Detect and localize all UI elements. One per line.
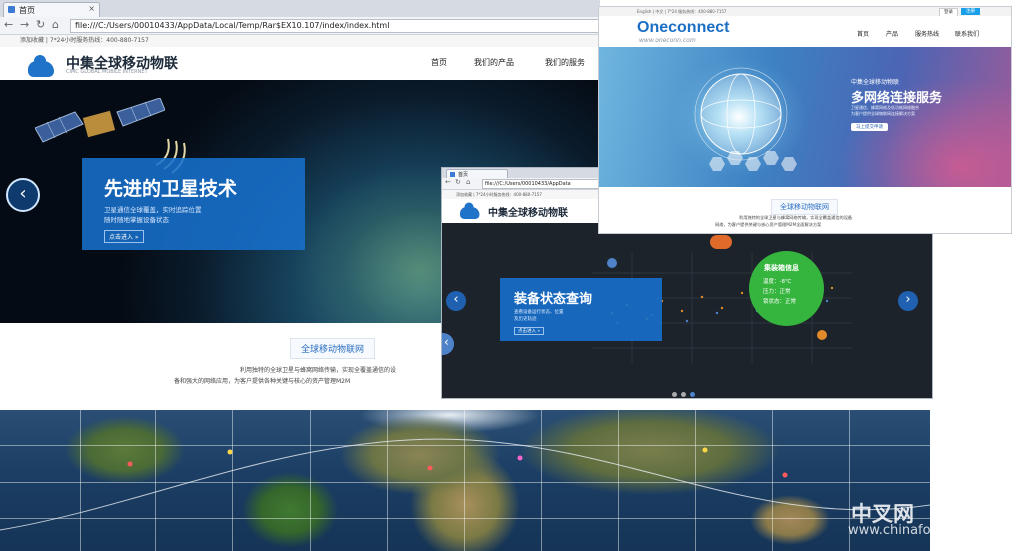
nav-services[interactable]: 我们的服务 (545, 57, 585, 68)
satellite-icon (35, 98, 165, 143)
apply-button[interactable]: 马上提交申请 (851, 123, 888, 131)
globe-icon (694, 67, 788, 161)
hero-title: 装备状态查询 (514, 292, 593, 307)
carousel-prev-button[interactable]: ‹ (6, 178, 40, 212)
forward-icon[interactable]: → (20, 18, 29, 31)
hero-banner: 中集全球移动物联 多网络连接服务 卫星通信、蜂窝网络及低功耗网络融合 为客户提供… (599, 47, 1011, 192)
container-info-bubble: 集装箱信息 温度：-8℃ 压力：正常 锁状态：正常 (749, 251, 824, 326)
reload-icon[interactable]: ↻ (36, 18, 45, 31)
hero-subtitle: 中集全球移动物联 (851, 79, 900, 86)
home-icon[interactable]: ⌂ (466, 178, 470, 186)
bubble-title: 集装箱信息 (764, 264, 799, 272)
bubble-line-2: 压力：正常 (763, 289, 791, 295)
carousel-dots[interactable] (670, 382, 697, 398)
section-title: 全球移动物联网 (290, 338, 376, 359)
hero-desc-1: 查看设备运行状态、位置 (514, 310, 564, 315)
site-header: Oneconnect www.oneconn.com 首页 产品 服务热线 联系… (599, 16, 1011, 47)
nav-hotline[interactable]: 服务热线 (915, 29, 939, 38)
brand-subtitle: CIMC GLOBAL MOBILE INTERNET (66, 69, 148, 75)
brand-logo: Oneconnect (637, 19, 730, 36)
hero-more-button[interactable]: 点击进入 » (514, 327, 545, 335)
hero-title: 多网络连接服务 (851, 91, 943, 106)
carousel-next-button[interactable]: › (898, 291, 918, 311)
site-top-bar: English | 中文 | 7*24 服务热线：400-880-7157 登录… (599, 7, 1011, 17)
browser-nav-bar: ← → ↻ ⌂ file:///C:/Users/00010433/AppDat… (0, 17, 600, 35)
top-bar-info: English | 中文 | 7*24 服务热线：400-880-7157 (637, 9, 727, 14)
address-bar[interactable]: file:///C:/Users/00010433/AppData/Local/… (70, 19, 600, 33)
home-icon[interactable]: ⌂ (52, 18, 59, 31)
cloud-logo-icon (460, 202, 480, 219)
bubble-line-1: 温度：-8℃ (763, 279, 792, 285)
nav-contact[interactable]: 联系我们 (955, 29, 979, 38)
browser-window-oneconnect: English | 中文 | 7*24 服务热线：400-880-7157 登录… (598, 6, 1012, 234)
section-para-2: 备和强大的网络应用，为客户提供各种关键与核心的资产管理M2M (174, 378, 351, 385)
tab-strip: 首页 × (0, 0, 600, 18)
brand-name: 中集全球移动物联 (488, 208, 568, 219)
hero-desc-2: 及历史轨迹 (514, 317, 537, 322)
reload-icon[interactable]: ↻ (455, 178, 461, 186)
hero-desc-2: 为客户提供全球物联网连接解决方案 (851, 111, 915, 116)
hero-desc-1: 卫星通信全球覆盖，实时追踪位置 (104, 206, 202, 214)
section-title: 全球移动物联网 (771, 199, 838, 215)
hero-card: 装备状态查询 查看设备运行状态、位置 及历史轨迹 点击进入 » (500, 278, 662, 341)
brand-domain: www.oneconn.com (639, 37, 696, 44)
section-para-2: 网络，为客户提供关键与核心资产管理M2M全面解决方案 (715, 222, 822, 227)
content-section: 全球移动物联网 利用独特的全球卫星与蜂窝网络传输，实现全覆盖通信的设备 网络，为… (599, 187, 1011, 233)
browser-tab[interactable]: 首页 × (3, 2, 100, 18)
badge-icon (710, 235, 732, 249)
register-button[interactable]: 注册 (961, 8, 980, 15)
bubble-line-3: 锁状态：正常 (763, 299, 797, 305)
hero-card: 先进的卫星技术 卫星通信全球覆盖，实时追踪位置 随时随地掌握设备状态 点击进入 … (82, 158, 305, 250)
carousel-prev-button[interactable]: ‹ (446, 291, 466, 311)
cloud-logo-icon (28, 55, 54, 77)
tab-title: 首页 (458, 172, 469, 178)
back-icon[interactable]: ← (445, 178, 451, 186)
prev-button[interactable]: ‹ (442, 333, 454, 355)
back-icon[interactable]: ← (4, 18, 13, 31)
world-map (0, 410, 930, 551)
hero-banner: ‹ › ‹ 装备状态查询 查看设备运行状态、位置 及历史轨迹 点击进入 » 集装… (442, 223, 932, 398)
section-para-1: 利用独特的全球卫星与蜂窝网络传输，实现全覆盖通信的设 (240, 367, 397, 374)
section-para-1: 利用独特的全球卫星与蜂窝网络传输，实现全覆盖通信的设备 (739, 215, 853, 220)
hero-more-button[interactable]: 点击进入 » (104, 230, 144, 243)
hero-title: 先进的卫星技术 (104, 178, 238, 200)
site-header: 中集全球移动物联 CIMC GLOBAL MOBILE INTERNET 首页 … (0, 47, 600, 80)
nav-products[interactable]: 产品 (886, 29, 898, 38)
close-tab-icon[interactable]: × (88, 4, 95, 13)
hero-desc-2: 随时随地掌握设备状态 (104, 216, 169, 224)
tab-title: 首页 (19, 6, 35, 15)
top-info-line: 添加收藏 | 7*24小时服务热线：400-880-7157 (0, 35, 600, 47)
nav-home[interactable]: 首页 (431, 57, 447, 68)
satellite-track-icon (0, 438, 930, 531)
favicon-icon (8, 6, 15, 13)
nav-products[interactable]: 我们的产品 (474, 57, 514, 68)
nav-home[interactable]: 首页 (857, 29, 869, 38)
watermark-url: www.chinaforklift.com (848, 523, 993, 538)
favicon-icon (450, 172, 455, 177)
